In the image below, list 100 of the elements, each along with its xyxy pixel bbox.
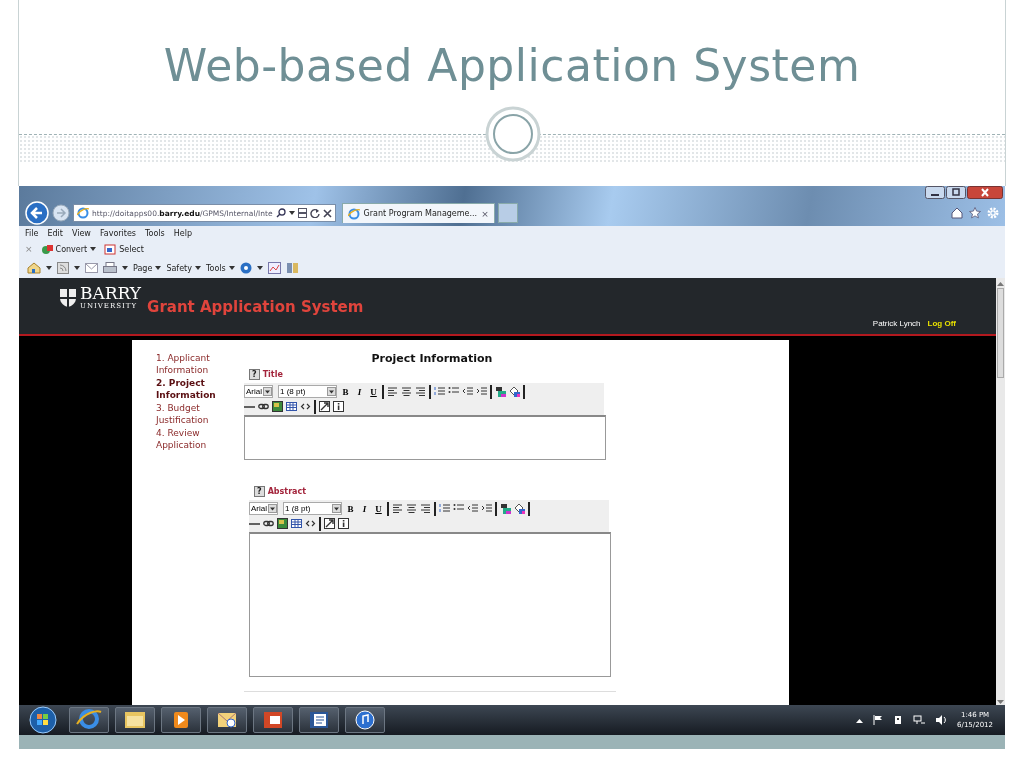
highlight-color-icon[interactable] (514, 503, 525, 514)
home-icon[interactable] (27, 262, 41, 274)
toolbar-menu-button[interactable]: Page (133, 263, 162, 273)
taskbar-button[interactable] (207, 707, 247, 733)
highlight-color-icon[interactable] (509, 386, 520, 397)
align-center-icon[interactable] (401, 386, 412, 397)
align-right-icon[interactable] (420, 503, 431, 514)
caret-icon[interactable] (194, 266, 201, 270)
step-link[interactable]: 1. Applicant Information (156, 352, 236, 376)
indent-icon[interactable] (481, 503, 492, 514)
caret-icon[interactable] (74, 266, 80, 270)
align-right-icon[interactable] (415, 386, 426, 397)
menu-item[interactable]: Favorites (99, 228, 136, 238)
taskbar-button[interactable] (345, 707, 385, 733)
format-button[interactable]: B (345, 503, 356, 514)
link-icon[interactable] (258, 401, 269, 412)
network-icon[interactable] (913, 715, 926, 725)
align-left-icon[interactable] (392, 503, 403, 514)
scroll-thumb[interactable] (997, 288, 1004, 378)
code-icon[interactable] (305, 518, 316, 529)
toolbar-button[interactable]: Convert (40, 243, 97, 255)
flag-icon[interactable] (873, 715, 884, 725)
research-icon[interactable] (267, 262, 281, 274)
step-link[interactable]: 4. Review Application (156, 427, 236, 451)
taskbar-button[interactable] (161, 707, 201, 733)
fullscreen-icon[interactable] (319, 401, 330, 412)
tab-close[interactable]: × (481, 208, 489, 219)
table-icon[interactable] (291, 518, 302, 529)
align-center-icon[interactable] (406, 503, 417, 514)
stop-icon[interactable] (322, 208, 332, 218)
star-icon[interactable] (969, 207, 981, 219)
compatibility-icon[interactable] (297, 208, 307, 218)
scrollbar[interactable] (996, 278, 1005, 705)
feed-icon[interactable] (57, 262, 69, 274)
caret-icon[interactable] (46, 266, 52, 270)
tools-icon[interactable] (285, 262, 299, 274)
text-color-icon[interactable] (500, 503, 511, 514)
image-icon[interactable] (277, 518, 288, 529)
image-icon[interactable] (272, 401, 283, 412)
caret-icon[interactable] (90, 247, 97, 251)
toolbar-menu-button[interactable]: Safety (166, 263, 201, 273)
caret-icon[interactable] (288, 211, 295, 215)
step-link[interactable]: 3. Budget Justification (156, 402, 236, 426)
scroll-up-icon[interactable] (997, 281, 1004, 286)
text-color-icon[interactable] (495, 386, 506, 397)
menu-item[interactable]: Edit (47, 228, 63, 238)
volume-icon[interactable] (935, 715, 948, 725)
taskbar-button[interactable] (115, 707, 155, 733)
search-icon[interactable] (275, 208, 286, 218)
fullscreen-icon[interactable] (324, 518, 335, 529)
toolbar-menu-button[interactable]: Tools (205, 263, 235, 273)
outdent-icon[interactable] (467, 503, 478, 514)
taskbar-button[interactable] (253, 707, 293, 733)
size-select[interactable]: 1 (8 pt) (283, 502, 342, 515)
logoff-link[interactable]: Log Off (927, 319, 956, 328)
help-icon[interactable] (239, 262, 252, 274)
menu-item[interactable]: View (71, 228, 91, 238)
menu-item[interactable]: Tools (145, 228, 165, 238)
format-button[interactable]: U (373, 503, 384, 514)
align-left-icon[interactable] (387, 386, 398, 397)
font-select[interactable]: Arial (249, 502, 278, 515)
code-icon[interactable] (300, 401, 311, 412)
browser-tab[interactable]: Grant Program Manageme... × (341, 203, 495, 223)
forward-icon[interactable] (52, 204, 70, 222)
caret-icon[interactable] (228, 266, 235, 270)
taskbar-button[interactable] (69, 707, 109, 733)
mail-icon[interactable] (85, 263, 98, 273)
menu-item[interactable]: File (25, 228, 39, 238)
step-link[interactable]: 2. Project Information (156, 377, 236, 401)
refresh-icon[interactable] (309, 208, 320, 218)
info-icon[interactable] (338, 518, 349, 529)
format-button[interactable]: U (368, 386, 379, 397)
device-icon[interactable] (893, 715, 904, 725)
taskbar-button[interactable] (299, 707, 339, 733)
restore-icon[interactable] (946, 186, 966, 199)
format-button[interactable]: I (359, 503, 370, 514)
font-select[interactable]: Arial (244, 385, 273, 398)
table-icon[interactable] (286, 401, 297, 412)
format-button[interactable]: I (354, 386, 365, 397)
format-button[interactable]: B (340, 386, 351, 397)
size-select[interactable]: 1 (8 pt) (278, 385, 337, 398)
info-icon[interactable] (333, 401, 344, 412)
home-icon[interactable] (951, 207, 963, 219)
help-button[interactable]: ? (249, 369, 260, 380)
caret-icon[interactable] (122, 266, 128, 270)
toolbar-button[interactable]: Select (104, 243, 144, 255)
indent-icon[interactable] (476, 386, 487, 397)
close-icon[interactable] (967, 186, 1003, 199)
start-orb-icon[interactable] (29, 706, 57, 734)
help-button[interactable]: ? (254, 486, 265, 497)
print-icon[interactable] (103, 262, 117, 274)
minimize-icon[interactable] (925, 186, 945, 199)
caret-icon[interactable] (155, 266, 162, 270)
caret-icon[interactable] (256, 266, 263, 270)
dropdown-icon (332, 504, 341, 513)
back-icon[interactable] (25, 201, 49, 225)
show-hidden-icon[interactable] (856, 717, 864, 723)
link-icon[interactable] (263, 518, 274, 529)
outdent-icon[interactable] (462, 386, 473, 397)
menu-item[interactable]: Help (173, 228, 192, 238)
